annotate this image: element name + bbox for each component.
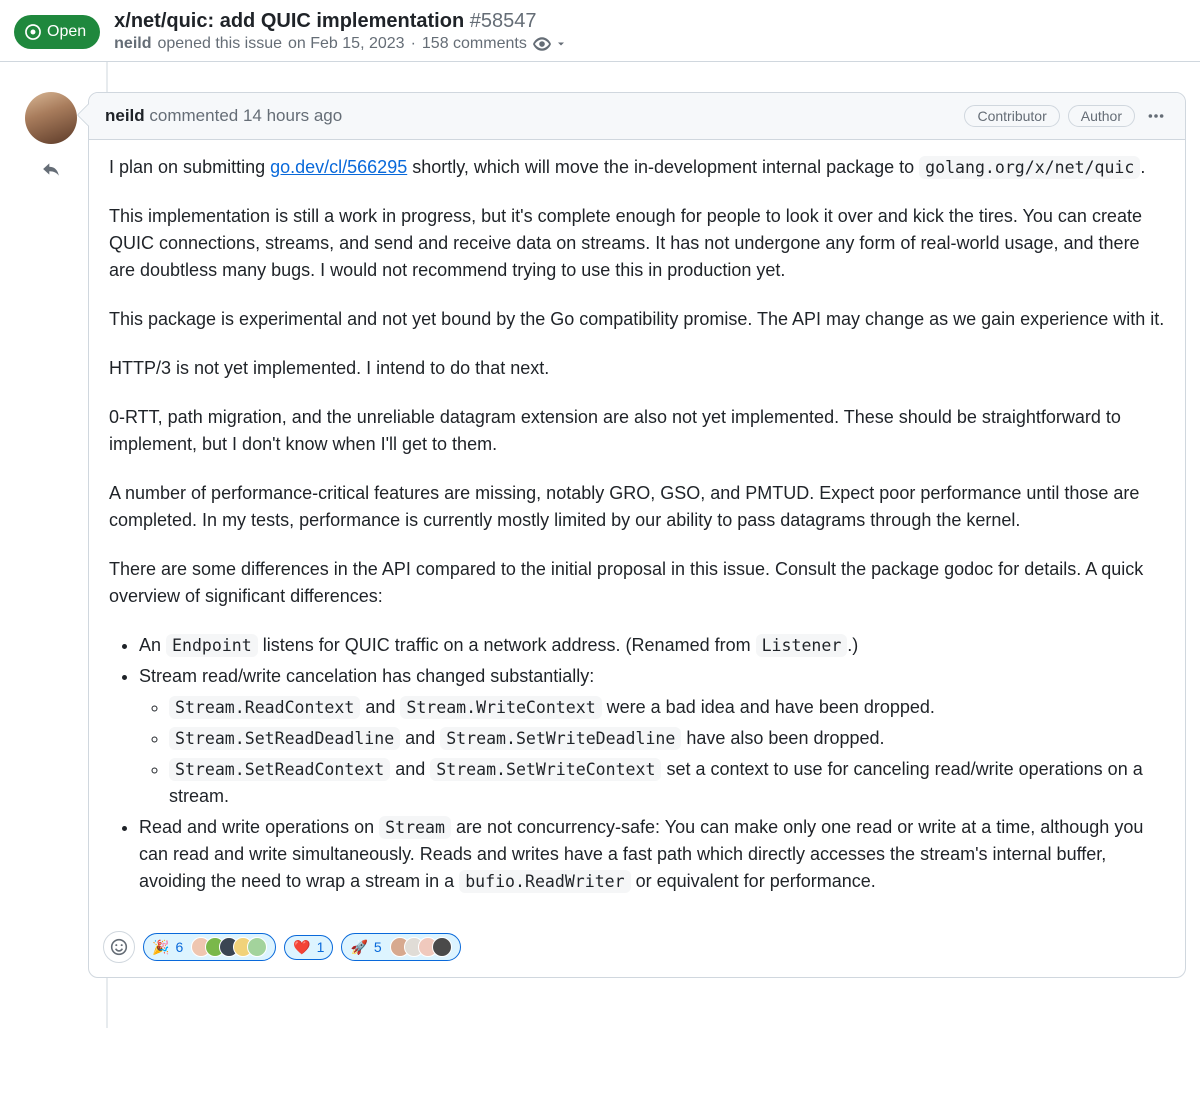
- issue-state-label: Open: [47, 23, 86, 41]
- cl-link[interactable]: go.dev/cl/566295: [270, 157, 407, 177]
- issue-author[interactable]: neild: [114, 35, 151, 53]
- reaction-heart[interactable]: ❤️ 1: [284, 935, 333, 960]
- para-0rtt: 0-RTT, path migration, and the unreliabl…: [109, 404, 1165, 458]
- comment-row: neild commented 14 hours ago Contributor…: [14, 92, 1186, 978]
- issue-state-badge: Open: [14, 15, 100, 49]
- para-diffs: There are some differences in the API co…: [109, 556, 1165, 610]
- tada-emoji: 🎉: [152, 939, 169, 956]
- list-item: Stream.ReadContext and Stream.WriteConte…: [169, 694, 1165, 721]
- avatar[interactable]: [25, 92, 77, 144]
- list-item: An Endpoint listens for QUIC traffic on …: [139, 632, 1165, 659]
- heart-emoji: ❤️: [293, 939, 310, 956]
- badge-contributor: Contributor: [964, 105, 1059, 127]
- list-item: Stream.SetReadDeadline and Stream.SetWri…: [169, 725, 1165, 752]
- issue-title[interactable]: x/net/quic: add QUIC implementation: [114, 10, 464, 32]
- smiley-icon: [110, 938, 128, 956]
- issue-header-text: x/net/quic: add QUIC implementation #585…: [114, 10, 567, 53]
- issue-number: #58547: [470, 10, 537, 32]
- comment-timestamp[interactable]: 14 hours ago: [243, 106, 342, 125]
- avatar-gutter: [14, 92, 88, 144]
- comment-body: I plan on submitting go.dev/cl/566295 sh…: [89, 140, 1185, 925]
- commented-text: commented: [149, 106, 238, 125]
- tada-count: 6: [175, 939, 183, 955]
- comment-menu-button[interactable]: [1143, 103, 1169, 129]
- comment-header-left: neild commented 14 hours ago: [105, 106, 342, 126]
- list-item: Stream read/write cancelation has change…: [139, 663, 1165, 810]
- kebab-icon: [1147, 107, 1165, 125]
- issue-header: Open x/net/quic: add QUIC implementation…: [0, 0, 1200, 62]
- list-item: Read and write operations on Stream are …: [139, 814, 1165, 895]
- reactor-avatar: [247, 937, 267, 957]
- para-http3: HTTP/3 is not yet implemented. I intend …: [109, 355, 1165, 382]
- heart-count: 1: [317, 939, 325, 955]
- comment-header: neild commented 14 hours ago Contributor…: [89, 93, 1185, 140]
- tada-reactors: [191, 937, 267, 957]
- reaction-tada[interactable]: 🎉 6: [143, 933, 276, 961]
- issue-opened-date[interactable]: on Feb 15, 2023: [288, 35, 405, 53]
- rocket-reactors: [390, 937, 452, 957]
- para-experimental: This package is experimental and not yet…: [109, 306, 1165, 333]
- comment-box: neild commented 14 hours ago Contributor…: [88, 92, 1186, 978]
- add-reaction-button[interactable]: [103, 931, 135, 963]
- reply-icon[interactable]: [42, 160, 60, 178]
- reactions-bar: 🎉 6 ❤️ 1 🚀 5: [89, 925, 1185, 977]
- badge-author: Author: [1068, 105, 1135, 127]
- subscribe-icon[interactable]: [533, 35, 551, 53]
- code-pkg-path: golang.org/x/net/quic: [919, 156, 1140, 179]
- issue-comments-count[interactable]: 158 comments: [422, 35, 527, 53]
- issue-opened-text: opened this issue: [157, 35, 282, 53]
- reactor-avatar: [432, 937, 452, 957]
- rocket-count: 5: [374, 939, 382, 955]
- issue-open-icon: [24, 23, 42, 41]
- timeline: neild commented 14 hours ago Contributor…: [0, 62, 1200, 1028]
- comment-header-right: Contributor Author: [964, 103, 1169, 129]
- issue-subline: neild opened this issue on Feb 15, 2023 …: [114, 35, 567, 53]
- diff-list: An Endpoint listens for QUIC traffic on …: [109, 632, 1165, 895]
- issue-title-line: x/net/quic: add QUIC implementation #585…: [114, 10, 567, 33]
- list-item: Stream.SetReadContext and Stream.SetWrit…: [169, 756, 1165, 810]
- para-wip: This implementation is still a work in p…: [109, 203, 1165, 284]
- para-perf: A number of performance-critical feature…: [109, 480, 1165, 534]
- comment-author[interactable]: neild: [105, 106, 145, 125]
- rocket-emoji: 🚀: [350, 939, 367, 956]
- reaction-rocket[interactable]: 🚀 5: [341, 933, 460, 961]
- caret-down-icon[interactable]: [555, 38, 567, 50]
